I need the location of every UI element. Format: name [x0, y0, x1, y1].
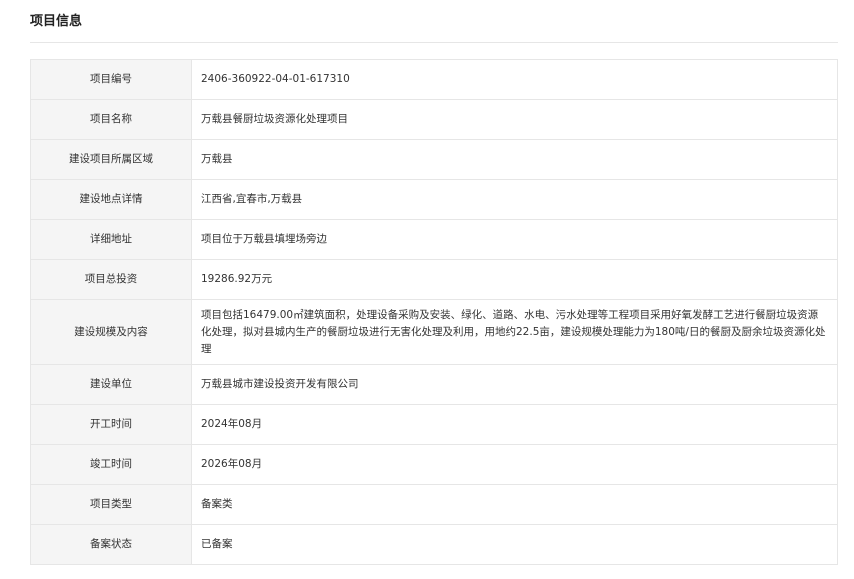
total-investment-label: 项目总投资	[30, 259, 192, 300]
location-detail-label: 建设地点详情	[30, 179, 192, 220]
location-detail-value: 江西省,宜春市,万载县	[191, 179, 838, 220]
row-scale-content: 建设规模及内容 项目包括16479.00㎡建筑面积，处理设备采购及安装、绿化、道…	[30, 299, 838, 365]
row-project-code: 项目编号 2406-360922-04-01-617310	[30, 59, 838, 100]
filing-status-label: 备案状态	[30, 524, 192, 565]
project-region-label: 建设项目所属区域	[30, 139, 192, 180]
row-project-region: 建设项目所属区域 万载县	[30, 139, 838, 180]
project-code-label: 项目编号	[30, 59, 192, 100]
row-project-type: 项目类型 备案类	[30, 484, 838, 525]
start-date-value: 2024年08月	[191, 404, 838, 445]
total-investment-value: 19286.92万元	[191, 259, 838, 300]
completion-date-label: 竣工时间	[30, 444, 192, 485]
row-construction-unit: 建设单位 万载县城市建设投资开发有限公司	[30, 364, 838, 405]
detailed-address-label: 详细地址	[30, 219, 192, 260]
project-name-label: 项目名称	[30, 99, 192, 140]
project-type-value: 备案类	[191, 484, 838, 525]
row-project-name: 项目名称 万载县餐厨垃圾资源化处理项目	[30, 99, 838, 140]
project-info-page: 项目信息 项目编号 2406-360922-04-01-617310 项目名称 …	[0, 0, 854, 579]
row-completion-date: 竣工时间 2026年08月	[30, 444, 838, 485]
scale-content-label: 建设规模及内容	[30, 299, 192, 365]
project-info-table: 项目编号 2406-360922-04-01-617310 项目名称 万载县餐厨…	[30, 59, 838, 565]
start-date-label: 开工时间	[30, 404, 192, 445]
row-total-investment: 项目总投资 19286.92万元	[30, 259, 838, 300]
project-name-value: 万载县餐厨垃圾资源化处理项目	[191, 99, 838, 140]
row-filing-status: 备案状态 已备案	[30, 524, 838, 565]
project-region-value: 万载县	[191, 139, 838, 180]
filing-status-value: 已备案	[191, 524, 838, 565]
title-divider	[30, 42, 838, 43]
construction-unit-value: 万载县城市建设投资开发有限公司	[191, 364, 838, 405]
row-location-detail: 建设地点详情 江西省,宜春市,万载县	[30, 179, 838, 220]
row-detailed-address: 详细地址 项目位于万载县填埋场旁边	[30, 219, 838, 260]
section-title: 项目信息	[30, 14, 83, 29]
construction-unit-label: 建设单位	[30, 364, 192, 405]
project-code-value: 2406-360922-04-01-617310	[191, 59, 838, 100]
detailed-address-value: 项目位于万载县填埋场旁边	[191, 219, 838, 260]
row-start-date: 开工时间 2024年08月	[30, 404, 838, 445]
completion-date-value: 2026年08月	[191, 444, 838, 485]
project-type-label: 项目类型	[30, 484, 192, 525]
scale-content-value: 项目包括16479.00㎡建筑面积，处理设备采购及安装、绿化、道路、水电、污水处…	[191, 299, 838, 365]
